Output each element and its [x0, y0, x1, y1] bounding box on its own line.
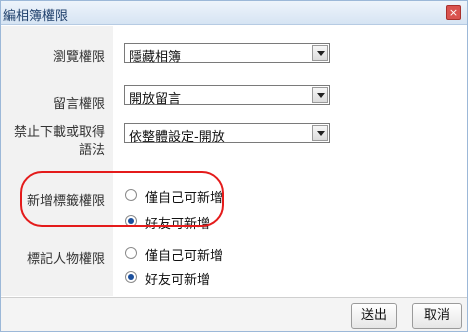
row-comment-permission: 留言權限 開放留言: [1, 83, 467, 120]
highlight-annotation: [20, 171, 224, 227]
people-option-friends-label: 好友可新增: [145, 273, 211, 288]
download-permission-value: 依整體設定-開放: [129, 130, 225, 145]
people-option-self-label: 僅自己可新增: [145, 249, 224, 264]
title-bar: 編相簿權限 ×: [1, 1, 467, 25]
browse-permission-label: 瀏覽權限: [1, 26, 113, 83]
radio-people-self[interactable]: [125, 247, 137, 259]
browse-permission-select[interactable]: 隱藏相簿: [124, 43, 330, 65]
comment-permission-select[interactable]: 開放留言: [124, 85, 330, 107]
chevron-down-icon[interactable]: [312, 45, 328, 61]
radio-people-friends[interactable]: [125, 271, 137, 283]
dialog-title: 編相簿權限: [3, 9, 69, 24]
cancel-button[interactable]: 取消: [412, 303, 462, 329]
people-permission-label: 標記人物權限: [1, 244, 113, 296]
close-icon[interactable]: ×: [446, 5, 461, 20]
download-permission-label-line1: 禁止下載或取得: [13, 125, 105, 140]
dialog-footer: 送出 取消: [1, 297, 467, 331]
row-browse-permission: 瀏覽權限 隱藏相簿: [1, 26, 467, 83]
browse-permission-value: 隱藏相簿: [129, 50, 182, 65]
chevron-down-icon[interactable]: [312, 125, 328, 141]
download-permission-select[interactable]: 依整體設定-開放: [124, 123, 330, 145]
chevron-down-icon[interactable]: [312, 87, 328, 103]
comment-permission-value: 開放留言: [129, 92, 182, 107]
submit-button[interactable]: 送出: [351, 303, 397, 329]
permissions-dialog: 編相簿權限 × 瀏覽權限 隱藏相簿 留言權限 開放留言 禁止下載或取得 語法 依…: [0, 0, 468, 332]
download-permission-label-line2: 語法: [78, 143, 105, 158]
row-people-permission: 標記人物權限 僅自己可新增 好友可新增: [1, 244, 467, 296]
comment-permission-label: 留言權限: [1, 83, 113, 120]
